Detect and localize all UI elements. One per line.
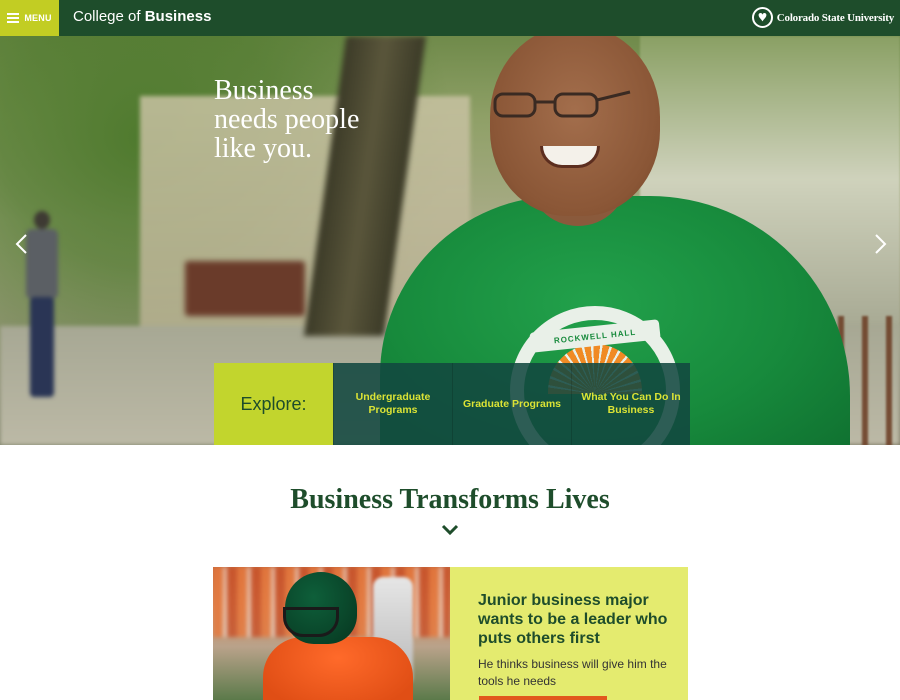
chevron-left-icon <box>15 234 27 254</box>
glasses <box>493 90 631 118</box>
carousel-prev-button[interactable] <box>12 234 32 254</box>
menu-button[interactable]: MENU <box>0 0 59 36</box>
hero-headline-line2: needs people <box>214 104 360 135</box>
hero-headline-line1: Business <box>214 75 314 106</box>
section-title: Business Transforms Lives <box>290 484 610 515</box>
chevron-down-icon <box>441 524 459 536</box>
story-card[interactable]: Junior business major wants to be a lead… <box>213 567 688 700</box>
story-text-panel: Junior business major wants to be a lead… <box>450 567 688 700</box>
story-photo <box>213 567 450 700</box>
hero-headline: Business needs people like you. <box>214 76 414 163</box>
site-title-bold: Business <box>144 8 212 25</box>
explore-link-graduate[interactable]: Graduate Programs <box>452 363 571 445</box>
university-name: Colorado State University <box>776 11 894 24</box>
menu-label: MENU <box>24 13 52 23</box>
carousel-next-button[interactable] <box>870 234 890 254</box>
hero-headline-line3: like you. <box>214 133 312 164</box>
explore-label: Explore: <box>214 363 333 445</box>
story-cta-bar[interactable] <box>479 696 607 700</box>
explore-link-careers[interactable]: What You Can Do In Business <box>571 363 690 445</box>
hero-carousel: ROCKWELL HALL Business needs people like… <box>0 36 900 445</box>
site-title-prefix: College of <box>73 8 145 25</box>
csu-logo-link[interactable]: Colorado State University <box>751 7 894 28</box>
site-title[interactable]: College of Business <box>73 8 211 25</box>
chevron-right-icon <box>875 234 887 254</box>
hero-background-bench <box>185 261 305 316</box>
story-heading[interactable]: Junior business major wants to be a lead… <box>478 591 668 648</box>
explore-bar: Explore: Undergraduate Programs Graduate… <box>214 363 690 445</box>
hamburger-icon <box>7 13 20 23</box>
csu-ram-logo-icon <box>751 7 773 28</box>
scroll-down-button[interactable] <box>441 523 459 536</box>
explore-link-undergraduate[interactable]: Undergraduate Programs <box>333 363 452 445</box>
story-subtext: He thinks business will give him the too… <box>478 657 667 688</box>
site-header: MENU College of Business Colorado State … <box>0 0 900 36</box>
